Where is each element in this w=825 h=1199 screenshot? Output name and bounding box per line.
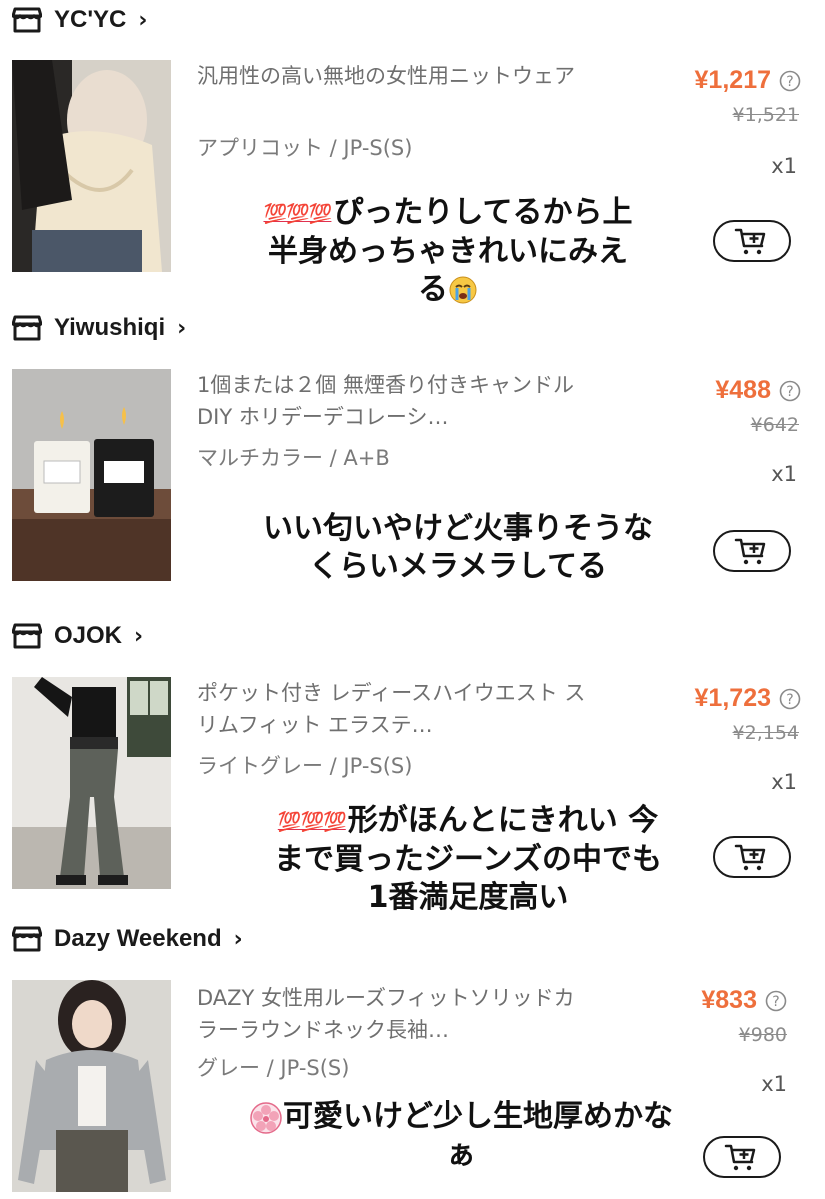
price-row: ¥1,217 ?: [695, 66, 801, 95]
store-icon: [12, 926, 42, 952]
product-variant[interactable]: グレー / JP-S(S): [197, 1052, 349, 1082]
svg-text:?: ?: [786, 384, 793, 400]
price-row: ¥488 ?: [715, 376, 801, 405]
store-name: OJOK: [54, 622, 123, 649]
svg-text:?: ?: [786, 692, 793, 708]
svg-text:?: ?: [772, 994, 779, 1010]
add-to-cart-button[interactable]: [713, 836, 791, 878]
price-row: ¥833 ?: [701, 986, 787, 1015]
review-comment: 💯💯💯形がほんとにきれい 今まで買ったジーンズの中でも1番満足度高い: [268, 802, 668, 917]
chevron-right-icon: ›: [233, 926, 243, 952]
add-to-cart-button[interactable]: [713, 530, 791, 572]
product-price: ¥1,217: [694, 66, 771, 94]
question-circle-icon[interactable]: ?: [779, 70, 801, 92]
original-price: ¥642: [750, 414, 799, 436]
add-to-cart-button[interactable]: [713, 220, 791, 262]
hundred-points-emoji: 💯💯💯: [277, 810, 347, 833]
chevron-right-icon: ›: [134, 623, 144, 649]
hundred-points-emoji: 💯💯💯: [263, 202, 332, 225]
product-title[interactable]: ポケット付き レディースハイウエスト スリムフィット エラステ…: [197, 677, 587, 741]
question-circle-icon[interactable]: ?: [779, 688, 801, 710]
store-header-4[interactable]: Dazy Weekend ›: [12, 921, 243, 957]
quantity: x1: [761, 1072, 787, 1096]
add-to-cart-icon: [734, 538, 766, 565]
store-header-1[interactable]: YC'YC ›: [12, 2, 147, 38]
svg-text:?: ?: [786, 74, 793, 90]
store-name: Yiwushiqi: [54, 314, 166, 341]
product-variant[interactable]: ライトグレー / JP-S(S): [197, 750, 412, 780]
review-comment: 💯💯💯ぴったりしてるから上半身めっちゃきれいにみえる: [258, 194, 638, 309]
price-row: ¥1,723 ?: [695, 684, 801, 713]
quantity: x1: [771, 462, 797, 486]
review-comment: いい匂いやけど火事りそうなくらいメラメラしてる: [258, 510, 658, 586]
product-title[interactable]: 汎用性の高い無地の女性用ニットウェア: [197, 60, 587, 92]
store-icon: [12, 623, 42, 649]
comment-text: 可愛いけど少し生地厚めかなぁ: [283, 1099, 673, 1172]
chevron-right-icon: ›: [177, 315, 187, 341]
add-to-cart-icon: [734, 228, 766, 255]
original-price: ¥980: [738, 1024, 787, 1046]
quantity: x1: [771, 154, 797, 178]
review-comment: 可愛いけど少し生地厚めかなぁ: [236, 1098, 686, 1174]
store-name: Dazy Weekend: [54, 925, 222, 952]
store-icon: [12, 315, 42, 341]
add-to-cart-button[interactable]: [703, 1136, 781, 1178]
chevron-right-icon: ›: [138, 7, 148, 33]
product-title[interactable]: DAZY 女性用ルーズフィットソリッドカラーラウンドネック長袖…: [197, 982, 587, 1046]
product-price: ¥833: [701, 986, 757, 1014]
original-price: ¥2,154: [732, 722, 799, 744]
product-image[interactable]: [12, 60, 171, 272]
comment-text: いい匂いやけど火事りそうなくらいメラメラしてる: [263, 511, 653, 584]
product-price: ¥1,723: [694, 684, 771, 712]
product-image[interactable]: [12, 980, 171, 1192]
product-image[interactable]: [12, 677, 171, 889]
product-image[interactable]: [12, 369, 171, 581]
store-icon: [12, 7, 42, 33]
store-header-3[interactable]: OJOK ›: [12, 618, 143, 654]
product-price: ¥488: [715, 376, 771, 404]
product-variant[interactable]: アプリコット / JP-S(S): [197, 132, 412, 162]
crying-face-icon: [449, 276, 477, 304]
original-price: ¥1,521: [732, 104, 799, 126]
add-to-cart-icon: [734, 844, 766, 871]
product-title[interactable]: 1個または２個 無煙香り付きキャンドル DIY ホリデーデコレーシ…: [197, 369, 587, 433]
store-name: YC'YC: [54, 6, 127, 33]
quantity: x1: [771, 770, 797, 794]
add-to-cart-icon: [724, 1144, 756, 1171]
question-circle-icon[interactable]: ?: [779, 380, 801, 402]
cherry-blossom-icon: [250, 1101, 282, 1134]
store-header-2[interactable]: Yiwushiqi ›: [12, 310, 186, 346]
product-variant[interactable]: マルチカラー / A+B: [197, 442, 390, 472]
question-circle-icon[interactable]: ?: [765, 990, 787, 1012]
